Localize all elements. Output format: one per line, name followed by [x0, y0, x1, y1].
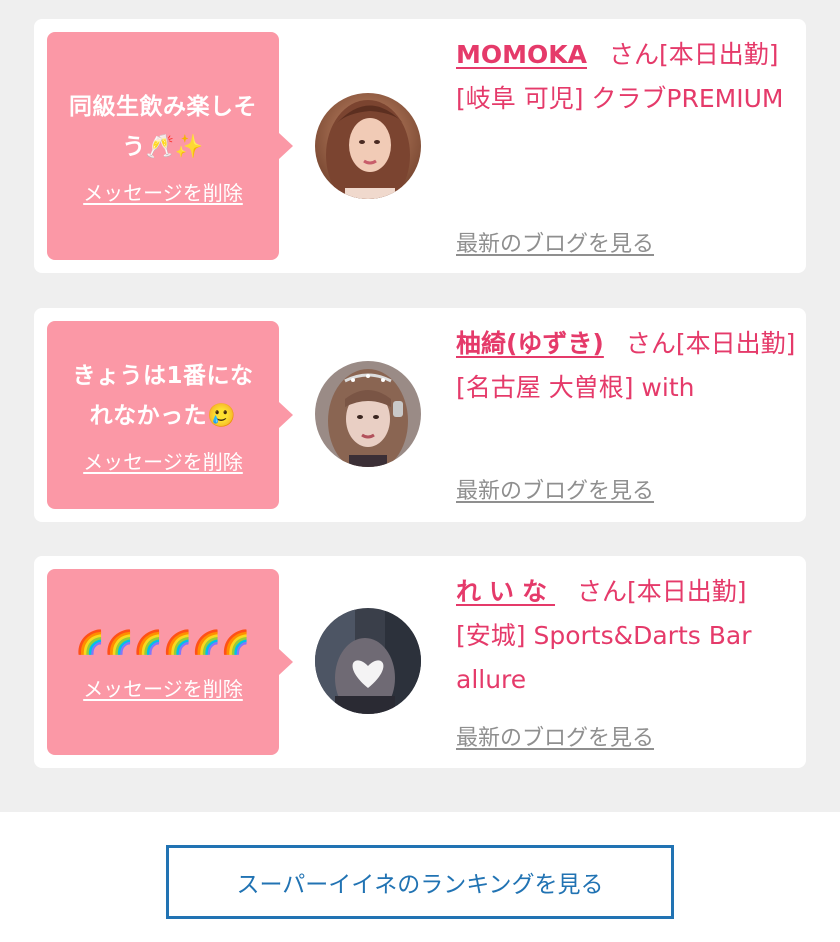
- cast-shop: with: [641, 373, 695, 402]
- message-card: 同級生飲み楽しそう🥂✨ メッセージを削除 MOMOKA さん[本日出勤] [岐阜…: [34, 19, 806, 273]
- message-text: きょうは1番になれなかった🥲: [72, 362, 254, 429]
- cast-info: れいな さん[本日出勤] [安城] Sports&Darts Bar allure: [456, 570, 796, 702]
- avatar-photo: [315, 93, 421, 199]
- cast-status: さん[本日出勤]: [577, 577, 747, 606]
- message-bubble: 同級生飲み楽しそう🥂✨ メッセージを削除: [47, 32, 293, 260]
- cast-info: MOMOKA さん[本日出勤] [岐阜 可児] クラブPREMIUM: [456, 33, 796, 121]
- blog-link[interactable]: 最新のブログを見る: [456, 226, 654, 258]
- cast-shop: クラブPREMIUM: [591, 84, 784, 113]
- delete-message-link[interactable]: メッセージを削除: [83, 446, 243, 475]
- delete-message-link[interactable]: メッセージを削除: [83, 673, 243, 702]
- avatar-photo: [315, 361, 421, 467]
- cast-area: [安城]: [456, 621, 526, 650]
- message-feed: 同級生飲み楽しそう🥂✨ メッセージを削除 MOMOKA さん[本日出勤] [岐阜…: [0, 0, 840, 812]
- cast-info: 柚綺(ゆずき) さん[本日出勤] [名古屋 大曽根] with: [456, 322, 796, 410]
- message-bubble: きょうは1番になれなかった🥲 メッセージを削除: [47, 321, 293, 509]
- avatar[interactable]: [315, 608, 421, 714]
- ranking-button[interactable]: スーパーイイネのランキングを見る: [166, 845, 674, 919]
- message-card: 🌈🌈🌈🌈🌈🌈 メッセージを削除 れいな さん[本日出勤] [安城] Sports&…: [34, 556, 806, 768]
- avatar[interactable]: [315, 93, 421, 199]
- cast-name-link[interactable]: MOMOKA: [456, 40, 587, 69]
- message-bubble: 🌈🌈🌈🌈🌈🌈 メッセージを削除: [47, 569, 293, 755]
- avatar-photo: [315, 608, 421, 714]
- cast-area: [岐阜 可児]: [456, 84, 584, 113]
- message-text: 🌈🌈🌈🌈🌈🌈: [75, 629, 251, 656]
- blog-link[interactable]: 最新のブログを見る: [456, 473, 654, 505]
- avatar[interactable]: [315, 361, 421, 467]
- cast-status: さん[本日出勤]: [625, 329, 796, 358]
- message-card: きょうは1番になれなかった🥲 メッセージを削除 柚綺(ゆずき) さん[本日出勤]…: [34, 308, 806, 522]
- cast-status: さん[本日出勤]: [608, 40, 779, 69]
- cast-name-link[interactable]: 柚綺(ゆずき): [456, 329, 604, 358]
- blog-link[interactable]: 最新のブログを見る: [456, 720, 654, 752]
- cast-area: [名古屋 大曽根]: [456, 373, 634, 402]
- cast-name-link[interactable]: れいな: [456, 577, 555, 606]
- delete-message-link[interactable]: メッセージを削除: [83, 177, 243, 206]
- message-text: 同級生飲み楽しそう🥂✨: [69, 93, 257, 160]
